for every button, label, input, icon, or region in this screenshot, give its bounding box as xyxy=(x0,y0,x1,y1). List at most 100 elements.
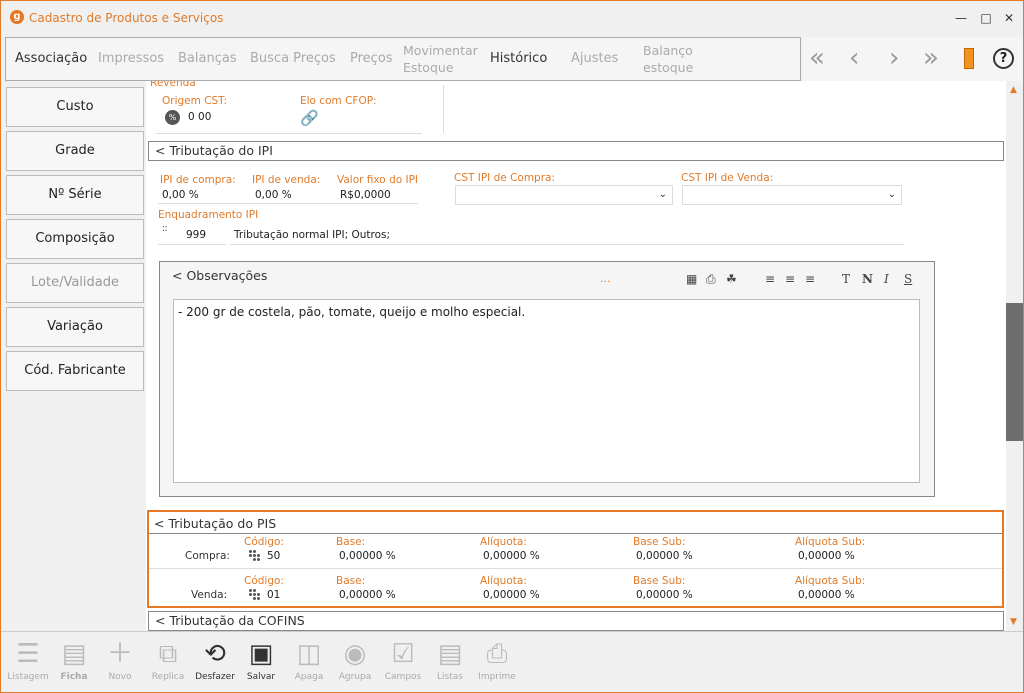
previous-record-icon[interactable]: ‹ xyxy=(849,43,859,73)
ipi-compra-value[interactable]: 0,00 % xyxy=(162,189,199,201)
title-bar: g Cadastro de Produtos e Serviços — □ ✕ xyxy=(1,1,1023,35)
pis-venda-aliquota-sub[interactable]: 0,00000 % xyxy=(798,589,855,601)
salvar-button[interactable]: ▣ Salvar xyxy=(239,636,283,682)
tab-balancas[interactable]: Balanças xyxy=(178,51,237,66)
agrupa-button[interactable]: ◉ Agrupa xyxy=(333,636,377,682)
pis-compra-base-sub-label: Base Sub: xyxy=(633,536,686,548)
close-button[interactable]: ✕ xyxy=(999,9,1019,27)
undo-icon: ⟲ xyxy=(204,639,226,669)
listagem-button[interactable]: ☰ Listagem xyxy=(6,636,50,682)
top-toolbar: Associação Impressos Balanças Busca Preç… xyxy=(5,37,801,81)
tab-associacao[interactable]: Associação xyxy=(15,51,87,66)
pis-venda-codigo-label: Código: xyxy=(244,575,284,587)
observacoes-more[interactable]: ... xyxy=(600,272,611,285)
pis-compra-aliquota[interactable]: 0,00000 % xyxy=(483,550,540,562)
tab-historico[interactable]: Histórico xyxy=(490,51,547,66)
trash-icon: ◫ xyxy=(296,639,322,669)
code-dots-icon xyxy=(249,550,261,562)
main-window: g Cadastro de Produtos e Serviços — □ ✕ … xyxy=(0,0,1024,693)
ipi-venda-label: IPI de venda: xyxy=(252,174,321,186)
plus-icon: ＋ xyxy=(106,639,133,669)
underline-icon[interactable]: S xyxy=(904,272,912,286)
pis-section-header[interactable]: < Tributação do PIS xyxy=(149,514,1002,534)
desfazer-button[interactable]: ⟲ Desfazer xyxy=(193,636,237,682)
cst-compra-select[interactable]: ⌄ xyxy=(455,185,673,205)
paint-bucket-icon[interactable]: ☘ xyxy=(726,272,737,286)
pis-compra-aliquota-label: Alíquota: xyxy=(480,536,527,548)
pis-compra-aliquota-sub[interactable]: 0,00000 % xyxy=(798,550,855,562)
calendar-icon[interactable]: ▦ xyxy=(686,272,697,286)
valor-fixo-value[interactable]: R$0,0000 xyxy=(340,189,391,201)
tab-precos[interactable]: Preços xyxy=(350,51,393,66)
help-button[interactable]: ? xyxy=(993,48,1014,69)
pis-venda-aliquota[interactable]: 0,00000 % xyxy=(483,589,540,601)
align-left-icon[interactable]: ≡ xyxy=(765,272,775,286)
divider xyxy=(158,203,418,204)
sidebar-item-lote-validade[interactable]: Lote/Validade xyxy=(6,263,144,303)
pis-compra-base-sub[interactable]: 0,00000 % xyxy=(636,550,693,562)
tab-balanco-estoque[interactable]: Balanço estoque xyxy=(643,42,705,76)
pis-compra-codigo-label: Código: xyxy=(244,536,284,548)
apaga-button[interactable]: ◫ Apaga xyxy=(287,636,331,682)
minimize-button[interactable]: — xyxy=(951,9,971,27)
align-right-icon[interactable]: ≡ xyxy=(805,272,815,286)
pis-venda-codigo[interactable]: 01 xyxy=(267,589,280,601)
observacoes-editor[interactable]: - 200 gr de costela, pão, tomate, queijo… xyxy=(173,299,920,483)
maximize-button[interactable]: □ xyxy=(976,9,996,27)
tab-movimentar-estoque[interactable]: Movimentar Estoque xyxy=(403,42,483,76)
divider xyxy=(156,133,422,134)
replica-button[interactable]: ⧉ Replica xyxy=(146,636,190,682)
pis-venda-base-sub[interactable]: 0,00000 % xyxy=(636,589,693,601)
code-dots-icon xyxy=(249,589,261,601)
scroll-down-icon[interactable]: ▼ xyxy=(1010,617,1017,627)
ipi-venda-value[interactable]: 0,00 % xyxy=(255,189,292,201)
sidebar-item-custo[interactable]: Custo xyxy=(6,87,144,127)
ipi-section-header[interactable]: < Tributação do IPI xyxy=(148,141,1004,161)
vertical-scrollbar[interactable]: ▲ ▼ xyxy=(1006,81,1023,631)
align-center-icon[interactable]: ≡ xyxy=(785,272,795,286)
pis-compra-codigo[interactable]: 50 xyxy=(267,550,280,562)
tab-impressos[interactable]: Impressos xyxy=(98,51,164,66)
pis-compra-base-label: Base: xyxy=(336,536,366,548)
scroll-up-icon[interactable]: ▲ xyxy=(1010,85,1017,95)
sidebar-item-cod-fabricante[interactable]: Cód. Fabricante xyxy=(6,351,144,391)
revenda-header: Revenda xyxy=(150,81,196,89)
tab-ajustes[interactable]: Ajustes xyxy=(571,51,618,66)
text-icon[interactable]: T xyxy=(842,272,850,286)
scroll-thumb[interactable] xyxy=(1006,303,1023,441)
italic-icon[interactable]: I xyxy=(884,272,889,286)
novo-button[interactable]: ＋ Novo xyxy=(98,636,142,682)
main-content: Revenda Origem CST: % 0 00 Elo com CFOP:… xyxy=(146,81,1006,631)
listas-button[interactable]: ▤ Listas xyxy=(428,636,472,682)
sidebar-item-serie[interactable]: Nº Série xyxy=(6,175,144,215)
next-record-icon[interactable]: › xyxy=(889,43,899,73)
cofins-section-header[interactable]: < Tributação da COFINS xyxy=(148,611,1004,631)
print-icon[interactable]: ⎙ xyxy=(706,272,716,287)
campos-button[interactable]: ☑ Campos xyxy=(381,636,425,682)
sidebar-item-composicao[interactable]: Composição xyxy=(6,219,144,259)
pis-venda-base[interactable]: 0,00000 % xyxy=(339,589,396,601)
link-icon[interactable]: 🔗 xyxy=(300,109,319,127)
checklist-icon: ☑ xyxy=(391,639,415,669)
first-record-icon[interactable]: « xyxy=(809,43,825,73)
observacoes-header[interactable]: < Observações xyxy=(172,268,267,283)
pis-compra-label: Compra: xyxy=(185,550,230,562)
ficha-button[interactable]: ▤ Ficha xyxy=(52,636,96,682)
tab-busca-precos[interactable]: Busca Preços xyxy=(250,51,336,66)
bold-icon[interactable]: N xyxy=(862,272,873,286)
pis-venda-aliquota-sub-label: Alíquota Sub: xyxy=(795,575,866,587)
cst-venda-select[interactable]: ⌄ xyxy=(682,185,902,205)
pis-compra-aliquota-sub-label: Alíquota Sub: xyxy=(795,536,866,548)
window-title: Cadastro de Produtos e Serviços xyxy=(29,11,224,25)
pis-venda-aliquota-label: Alíquota: xyxy=(480,575,527,587)
sidebar-item-grade[interactable]: Grade xyxy=(6,131,144,171)
save-icon: ▣ xyxy=(248,639,274,669)
ipi-compra-label: IPI de compra: xyxy=(160,174,236,186)
enquadramento-code[interactable]: 999 xyxy=(186,229,206,241)
cst-compra-label: CST IPI de Compra: xyxy=(454,172,556,184)
imprime-button[interactable]: ⎙ Imprime xyxy=(475,636,519,682)
sidebar-item-variacao[interactable]: Variação xyxy=(6,307,144,347)
divider xyxy=(230,244,904,245)
last-record-icon[interactable]: » xyxy=(923,43,939,73)
pis-compra-base[interactable]: 0,00000 % xyxy=(339,550,396,562)
